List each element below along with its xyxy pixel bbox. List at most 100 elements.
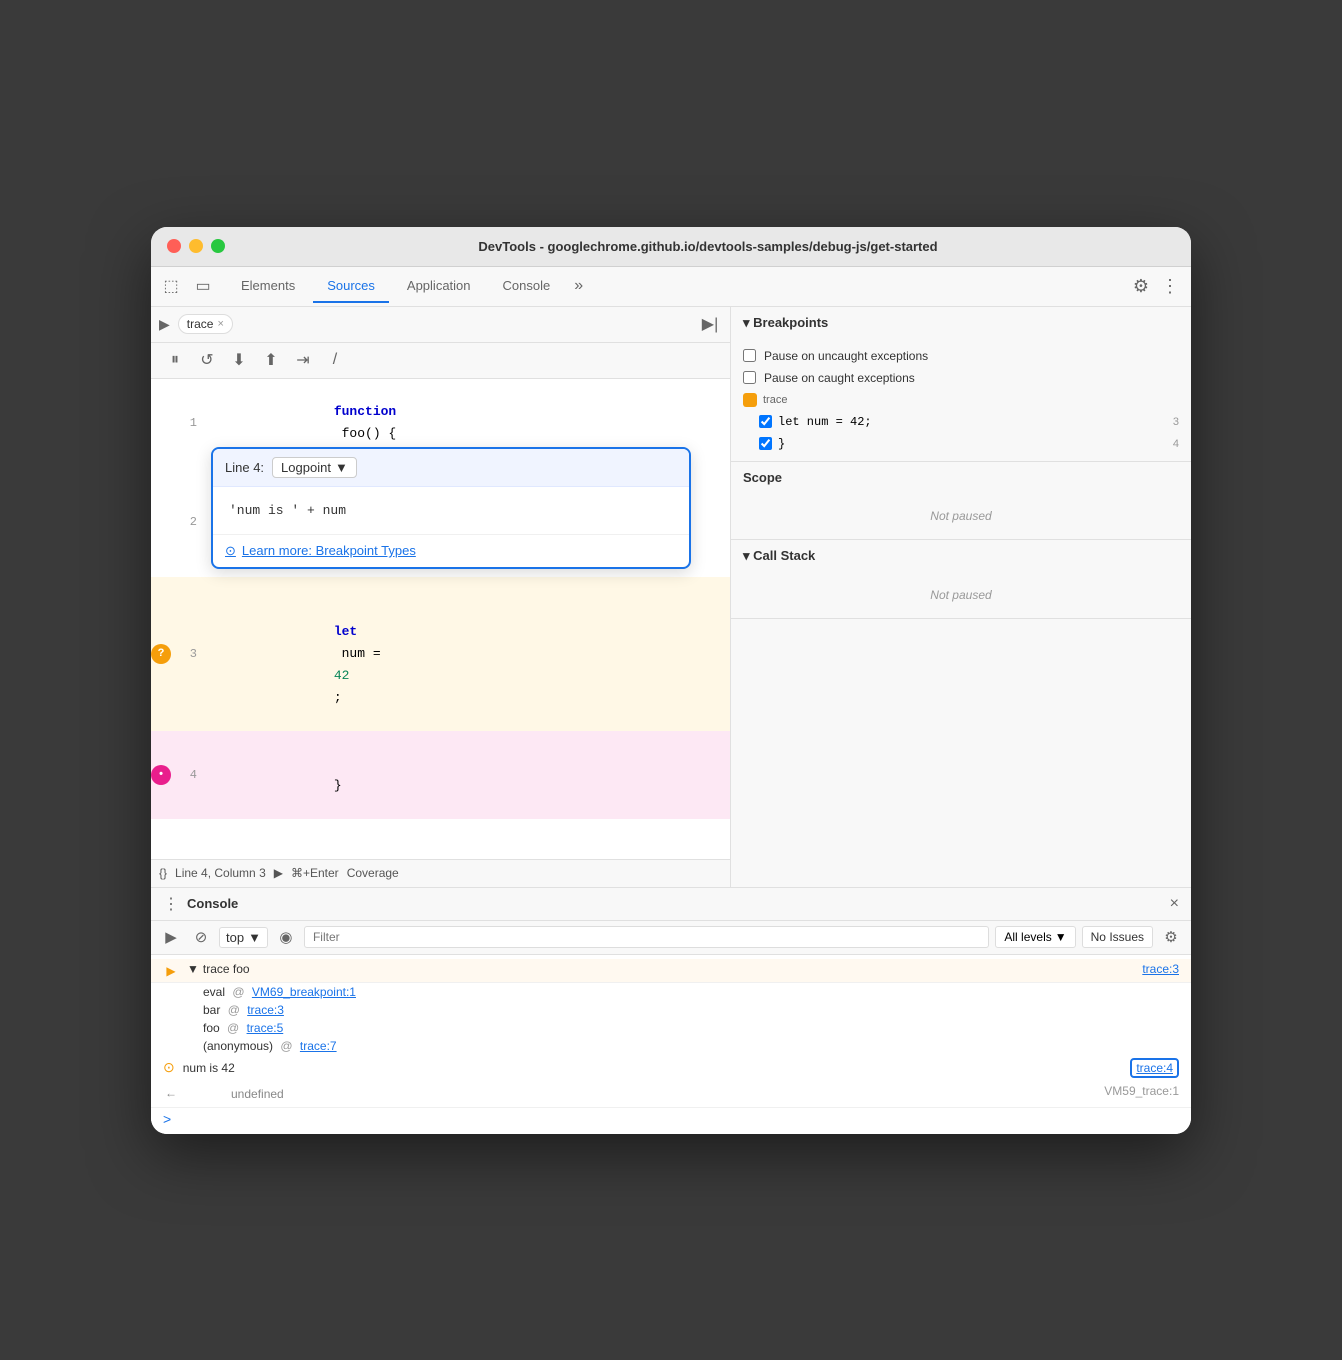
console-prompt[interactable]: >	[151, 1108, 1191, 1130]
line-num-area-1: 1	[151, 412, 205, 434]
trace-link-foo[interactable]: trace:5	[247, 1021, 284, 1035]
learn-more-link[interactable]: ⊙ Learn more: Breakpoint Types	[225, 543, 677, 559]
bp-file-name: trace	[763, 394, 787, 406]
trace-link-bar[interactable]: trace:3	[247, 1003, 284, 1017]
trace-sub-label-anon: (anonymous)	[203, 1039, 273, 1053]
logpoint-input[interactable]	[225, 499, 677, 522]
undefined-location[interactable]: VM59_trace:1	[1104, 1084, 1179, 1098]
breakpoints-content: Pause on uncaught exceptions Pause on ca…	[731, 339, 1191, 461]
file-tab[interactable]: trace ×	[178, 314, 233, 334]
call-stack-header[interactable]: ▾ Call Stack	[731, 540, 1191, 572]
step-over-button[interactable]: ↺	[195, 348, 219, 372]
console-close-button[interactable]: ×	[1170, 895, 1179, 913]
sources-right-icon[interactable]: ▶|	[698, 312, 722, 336]
sources-toolbar: ▶ trace × ▶|	[151, 307, 730, 343]
bp-checkbox-line4[interactable]	[759, 437, 772, 450]
tab-application[interactable]: Application	[393, 270, 485, 303]
num-literal: 42	[334, 668, 350, 683]
panel-toggle-icon[interactable]: ▶	[159, 316, 170, 333]
console-settings-icon[interactable]: ⚙	[1159, 925, 1183, 949]
line-content-3: let num = 42 ;	[205, 577, 730, 731]
logpoint-dropdown-arrow: ▼	[335, 460, 348, 475]
console-header: ⋮ Console ×	[151, 888, 1191, 921]
tab-console[interactable]: Console	[489, 270, 565, 303]
pause-caught-checkbox[interactable]	[743, 371, 756, 384]
undefined-icon: ←	[163, 1085, 179, 1101]
deactivate-button[interactable]: /	[323, 348, 347, 372]
trace-label: trace foo	[203, 962, 250, 976]
breakpoint-badge-pink[interactable]: •	[151, 765, 171, 785]
window-title: DevTools - googlechrome.github.io/devtoo…	[241, 239, 1175, 254]
logpoint-line-label: Line 4:	[225, 460, 264, 475]
status-bar: {} Line 4, Column 3 ▶ ⌘+Enter Coverage	[151, 859, 730, 887]
console-panel: ⋮ Console × ▶ ⊘ top ▼ ◉ All levels ▼ No …	[151, 887, 1191, 1134]
no-issues-button[interactable]: No Issues	[1082, 926, 1153, 948]
three-dots-icon[interactable]: ⋮	[163, 894, 179, 914]
bp-line-num-3: 3	[1173, 416, 1179, 428]
mobile-icon[interactable]: ▭	[191, 274, 215, 298]
logpoint-header: Line 4: Logpoint ▼	[213, 449, 689, 487]
console-toolbar: ▶ ⊘ top ▼ ◉ All levels ▼ No Issues ⚙	[151, 921, 1191, 955]
trace-location[interactable]: trace:3	[1142, 962, 1179, 976]
tab-elements[interactable]: Elements	[227, 270, 309, 303]
trace-entry-icon: ▶	[163, 963, 179, 979]
console-block-icon[interactable]: ⊘	[189, 925, 213, 949]
devtools-window: DevTools - googlechrome.github.io/devtoo…	[151, 227, 1191, 1134]
minimize-button[interactable]	[189, 239, 203, 253]
result-location[interactable]: trace:4	[1130, 1058, 1179, 1078]
indent-3	[334, 602, 396, 617]
step-out-button[interactable]: ⬆	[259, 348, 283, 372]
pause-button[interactable]: ⏸	[163, 348, 187, 372]
bp-code-line3: let num = 42;	[778, 415, 1167, 429]
trace-sub-label-foo: foo	[203, 1021, 220, 1035]
trace-link-eval[interactable]: VM69_breakpoint:1	[252, 985, 356, 999]
all-levels-dropdown[interactable]: All levels ▼	[995, 926, 1075, 948]
scope-section: Scope Not paused	[731, 462, 1191, 540]
cursor-icon[interactable]: ⬚	[159, 274, 183, 298]
settings-icon[interactable]: ⚙	[1133, 276, 1149, 297]
coverage-label[interactable]: Coverage	[347, 866, 399, 880]
resume-button[interactable]: ⇥	[291, 348, 315, 372]
maximize-button[interactable]	[211, 239, 225, 253]
run-icon[interactable]: ▶	[274, 866, 283, 880]
top-nav: ⬚ ▭ Elements Sources Application Console…	[151, 267, 1191, 307]
trace-arrow: ▼	[187, 962, 199, 976]
line-number-4: 4	[175, 764, 205, 786]
scope-not-paused: Not paused	[731, 493, 1191, 539]
logpoint-popover: Line 4: Logpoint ▼ ⊙ Lea	[211, 447, 691, 569]
console-panel-toggle[interactable]: ▶	[159, 925, 183, 949]
main-content: ▶ trace × ▶| ⏸ ↺ ⬇ ⬆ ⇥ /	[151, 307, 1191, 887]
code-text-1: foo() {	[334, 426, 396, 441]
step-into-button[interactable]: ⬇	[227, 348, 251, 372]
trace-sub-label-bar: bar	[203, 1003, 220, 1017]
pause-uncaught-checkbox[interactable]	[743, 349, 756, 362]
console-title: Console	[187, 896, 238, 911]
trace-link-anon[interactable]: trace:7	[300, 1039, 337, 1053]
trace-at-anon: @	[280, 1039, 292, 1053]
call-stack-section: ▾ Call Stack Not paused	[731, 540, 1191, 619]
close-button[interactable]	[167, 239, 181, 253]
logpoint-input-area	[213, 487, 689, 534]
logpoint-type-dropdown[interactable]: Logpoint ▼	[272, 457, 357, 478]
braces-icon[interactable]: {}	[159, 866, 167, 880]
console-filter-input[interactable]	[304, 926, 989, 948]
trace-sub-bar: bar @ trace:3	[151, 1001, 1191, 1019]
line-num-area-3: ? 3	[151, 643, 205, 665]
trace-header[interactable]: ▼ trace foo	[187, 962, 1134, 976]
bp-checkbox-line3[interactable]	[759, 415, 772, 428]
breakpoints-header[interactable]: ▾ Breakpoints	[731, 307, 1191, 339]
indent-4	[334, 756, 365, 771]
scope-header[interactable]: Scope	[731, 462, 1191, 493]
pause-uncaught-label: Pause on uncaught exceptions	[764, 349, 928, 363]
more-options-icon[interactable]: ⋮	[1161, 276, 1179, 297]
file-tab-close[interactable]: ×	[217, 318, 223, 330]
breakpoint-badge-orange[interactable]: ?	[151, 644, 171, 664]
trace-at-eval: @	[232, 985, 244, 999]
console-trace-entry: ▶ ▼ trace foo trace:3	[151, 959, 1191, 983]
top-arrow: ▼	[248, 930, 261, 945]
console-eye-icon[interactable]: ◉	[274, 925, 298, 949]
all-levels-arrow: ▼	[1055, 930, 1067, 944]
top-context-selector[interactable]: top ▼	[219, 927, 268, 948]
more-tabs-button[interactable]: »	[568, 273, 589, 299]
tab-sources[interactable]: Sources	[313, 270, 389, 303]
